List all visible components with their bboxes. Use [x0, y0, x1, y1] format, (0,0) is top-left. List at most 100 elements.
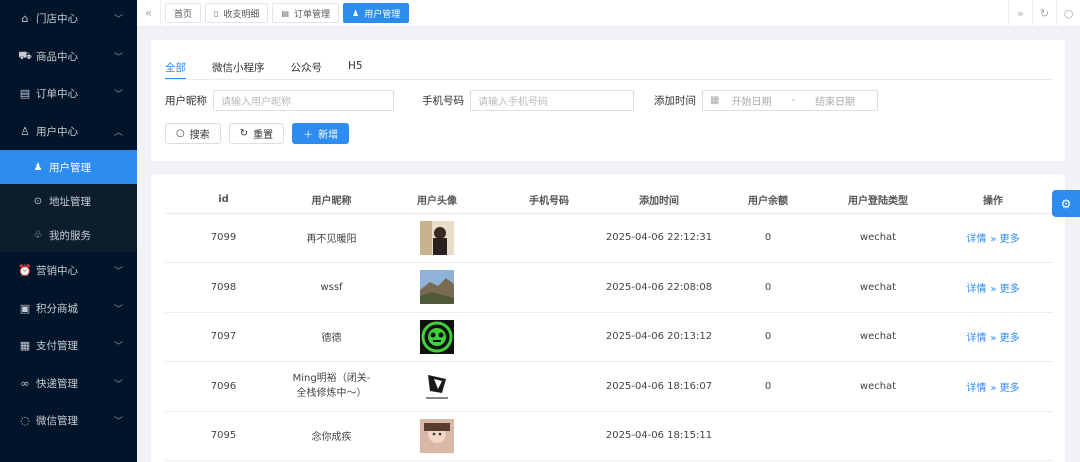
avatar[interactable] [420, 418, 454, 453]
avatar[interactable] [420, 369, 454, 404]
location-icon: ⊙ [33, 195, 43, 207]
cell-nickname: 再不见暖阳 [282, 213, 381, 263]
menu-product-center[interactable]: ⛟ 商品中心 ﹀ [0, 38, 137, 76]
refresh-icon: ↻ [239, 128, 249, 139]
column-header: 用户头像 [381, 186, 493, 214]
menu-label: 门店中心 [36, 13, 78, 26]
sidebar-item-address-management[interactable]: ⊙ 地址管理 [0, 184, 137, 218]
alarm-icon: ⏰ [18, 264, 32, 278]
search-button[interactable]: ○ 搜索 [165, 123, 221, 144]
filter-tab-wechat-miniprogram[interactable]: 微信小程序 [212, 60, 265, 79]
detail-link[interactable]: 详情 [966, 333, 986, 344]
detail-link[interactable]: 详情 [966, 234, 986, 245]
search-icon: ○ [176, 128, 185, 139]
tab-label: 首页 [174, 9, 193, 20]
table-row: 7098 wssf 2025-04-06 22:08:08 0 wechat 详… [165, 262, 1053, 313]
tab-bar: « 首页 ▯ 收支明细 ▤ 订单管理 ♟ 用户管理 » ↻ ○ [137, 0, 1080, 27]
more-link-label: 更多 [999, 234, 1020, 246]
tab-income-expense[interactable]: ▯ 收支明细 [205, 3, 269, 23]
cell-nickname: 念你成疾 [282, 411, 381, 461]
column-header: 用户昵称 [282, 186, 381, 214]
date-range-picker[interactable]: ▦ 开始日期 - 结束日期 [702, 90, 878, 111]
cell-time: 2025-04-06 18:16:07 [605, 361, 713, 412]
avatar[interactable] [420, 220, 454, 255]
chevron-up-icon: ︿ [113, 127, 123, 138]
tabs-scroll-right-icon[interactable]: » [1008, 0, 1032, 27]
chevron-down-icon: ﹀ [113, 267, 123, 278]
cell-balance: 0 [713, 312, 823, 362]
chat-icon: ◌ [20, 414, 30, 428]
table-header-row: id 用户昵称 用户头像 手机号码 添加时间 用户余额 用户登陆类型 操作 [165, 186, 1053, 214]
more-link[interactable]: » 更多 [990, 234, 1019, 245]
reset-button[interactable]: ↻ 重置 [228, 123, 285, 144]
sidebar-item-user-management[interactable]: ♟ 用户管理 [0, 150, 137, 184]
menu-wechat-management[interactable]: ◌ 微信管理 ﹀ [0, 402, 137, 440]
close-tabs-icon[interactable]: ○ [1056, 0, 1080, 27]
nickname-input[interactable]: 请输入用户昵称 [213, 90, 394, 111]
cell-avatar [381, 361, 493, 412]
cell-login-type: wechat [823, 361, 933, 412]
chevron-down-icon: ﹀ [113, 90, 123, 101]
list-icon: ▤ [281, 8, 289, 18]
filter-tab-official-account[interactable]: 公众号 [291, 60, 323, 79]
menu-label: 商品中心 [36, 50, 78, 63]
column-header: 手机号码 [493, 186, 605, 214]
menu-user-center[interactable]: ♙ 用户中心 ︿ [0, 113, 137, 151]
date-label: 添加时间 [654, 95, 696, 107]
detail-link[interactable]: 详情 [966, 383, 986, 394]
sidebar-item-my-services[interactable]: ♧ 我的服务 [0, 218, 137, 252]
search-button-label: 搜索 [189, 130, 210, 141]
tab-user-management[interactable]: ♟ 用户管理 [343, 3, 410, 23]
menu-order-center[interactable]: ▤ 订单中心 ﹀ [0, 75, 137, 113]
clipboard-icon: ▤ [19, 87, 31, 101]
filter-tab-h5[interactable]: H5 [348, 60, 363, 79]
more-link[interactable]: » 更多 [990, 284, 1019, 295]
home-icon: ⌂ [21, 12, 29, 26]
cell-actions: 详情 » 更多 [933, 312, 1053, 362]
cell-avatar [381, 213, 493, 263]
phone-label: 手机号码 [422, 95, 464, 107]
tab-label: 用户管理 [364, 9, 401, 20]
tab-order-management[interactable]: ▤ 订单管理 [272, 3, 340, 23]
more-link[interactable]: » 更多 [990, 333, 1019, 344]
cell-actions: 详情 » 更多 [933, 361, 1053, 412]
menu-store-center[interactable]: ⌂ 门店中心 ﹀ [0, 0, 137, 38]
table-row: 7095 念你成疾 2025-04-06 18:15:11 [165, 411, 1053, 461]
cell-login-type: wechat [823, 213, 933, 263]
cell-time: 2025-04-06 18:15:11 [605, 411, 713, 461]
more-link[interactable]: » 更多 [990, 383, 1019, 394]
menu-express-management[interactable]: ∞ 快递管理 ﹀ [0, 365, 137, 403]
cell-login-type [823, 411, 933, 461]
sidebar: ⌂ 门店中心 ﹀ ⛟ 商品中心 ﹀ ▤ 订单中心 ﹀ ♙ 用户中心 ︿ ♟ 用户… [0, 0, 137, 462]
menu-marketing-center[interactable]: ⏰ 营销中心 ﹀ [0, 252, 137, 290]
phone-input[interactable]: 请输入手机号码 [470, 90, 634, 111]
cell-phone [493, 213, 605, 263]
column-header: 用户余额 [713, 186, 823, 214]
chevron-down-icon: ﹀ [113, 417, 123, 428]
submenu-label: 地址管理 [49, 195, 91, 208]
filter-buttons: ○ 搜索 ↻ 重置 ＋ 新增 [165, 123, 357, 144]
detail-link[interactable]: 详情 [966, 284, 986, 295]
menu-payment-management[interactable]: ▦ 支付管理 ﹀ [0, 327, 137, 365]
menu-label: 订单中心 [36, 88, 78, 101]
double-chevron-right-icon: » [990, 382, 1000, 394]
menu-points-mall[interactable]: ▣ 积分商城 ﹀ [0, 290, 137, 328]
avatar[interactable] [420, 270, 454, 305]
filter-tab-all[interactable]: 全部 [165, 60, 186, 79]
cell-actions: 详情 » 更多 [933, 262, 1053, 313]
tab-home[interactable]: 首页 [165, 3, 202, 23]
cell-login-type: wechat [823, 262, 933, 313]
settings-gear-icon[interactable]: ⚙ [1052, 190, 1080, 217]
cell-nickname: wssf [282, 262, 381, 313]
filter-form-row: 用户昵称 请输入用户昵称 手机号码 请输入手机号码 添加时间 ▦ 开始日期 - … [165, 90, 878, 111]
clipboard-check-icon: ▣ [19, 301, 31, 315]
refresh-icon[interactable]: ↻ [1032, 0, 1056, 27]
tabs-scroll-left-icon[interactable]: « [137, 0, 161, 27]
cell-login-type: wechat [823, 312, 933, 362]
nickname-label: 用户昵称 [165, 95, 207, 107]
service-icon: ♧ [33, 229, 43, 241]
avatar[interactable] [420, 319, 454, 354]
reset-button-label: 重置 [253, 130, 274, 141]
date-start: 开始日期 [731, 97, 772, 108]
add-button[interactable]: ＋ 新增 [292, 123, 350, 144]
